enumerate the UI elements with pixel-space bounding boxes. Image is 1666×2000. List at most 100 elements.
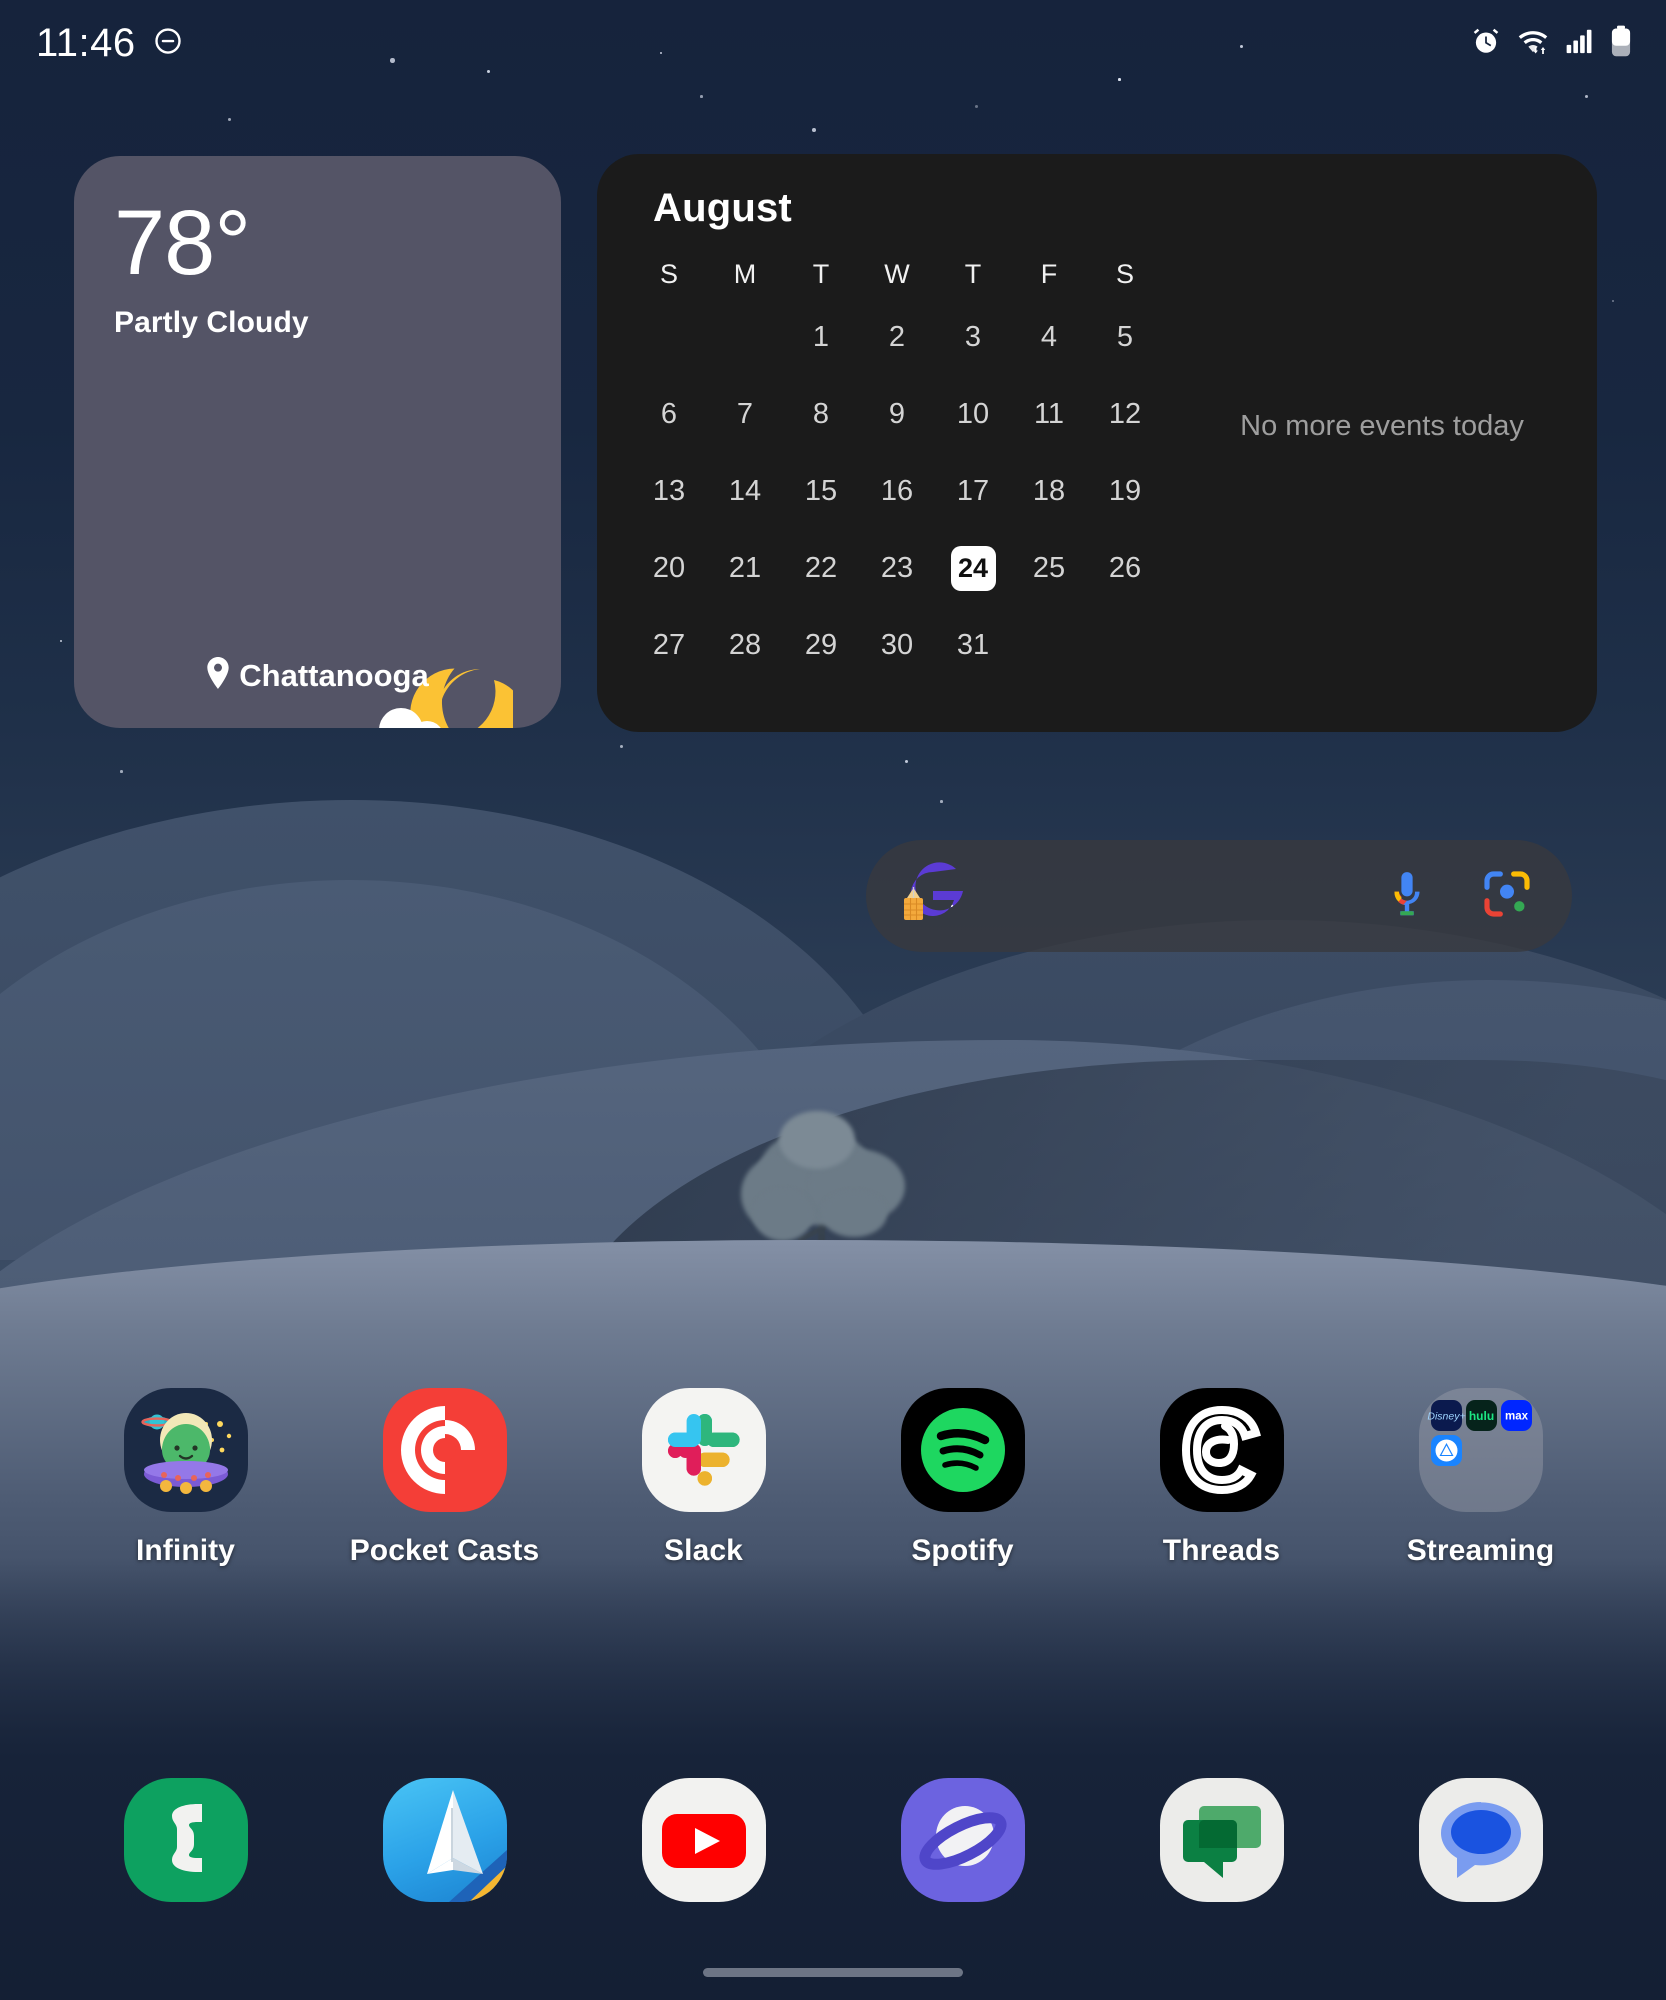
calendar-day-number: 19	[1109, 475, 1141, 508]
calendar-day-header-2: T	[783, 249, 859, 299]
app-label-streaming: Streaming	[1407, 1534, 1555, 1568]
dock-item-youtube[interactable]	[574, 1778, 833, 1902]
app-item-spotify[interactable]: Spotify	[833, 1388, 1092, 1568]
calendar-day-number: 29	[805, 629, 837, 662]
calendar-day-number: 13	[653, 475, 685, 508]
app-item-threads[interactable]: Threads	[1092, 1388, 1351, 1568]
calendar-day-cell[interactable]: 3	[935, 299, 1011, 376]
status-bar-right	[1471, 25, 1632, 62]
calendar-day-cell[interactable]: 15	[783, 453, 859, 530]
calendar-day-number: 23	[881, 552, 913, 585]
star	[1585, 95, 1588, 98]
calendar-day-cell[interactable]: 27	[631, 607, 707, 684]
home-gesture-pill[interactable]	[703, 1968, 963, 1977]
calendar-day-cell[interactable]: 22	[783, 530, 859, 607]
app-item-pocket-casts[interactable]: Pocket Casts	[315, 1388, 574, 1568]
calendar-day-cell[interactable]: 28	[707, 607, 783, 684]
calendar-day-cell[interactable]: 5	[1087, 299, 1163, 376]
calendar-day-number: 7	[737, 398, 753, 431]
slack-app-icon[interactable]	[642, 1388, 766, 1512]
calendar-day-cell[interactable]: 7	[707, 376, 783, 453]
dock-item-google-chat[interactable]	[1092, 1778, 1351, 1902]
calendar-day-cell[interactable]: 8	[783, 376, 859, 453]
dock-item-google-messages[interactable]	[1351, 1778, 1610, 1902]
wifi-icon	[1517, 26, 1550, 61]
calendar-events-message: No more events today	[1187, 410, 1577, 443]
calendar-day-cell[interactable]: 20	[631, 530, 707, 607]
weather-widget[interactable]: 78° Partly Cloudy Chattanooga	[74, 156, 561, 728]
calendar-day-number: 3	[965, 321, 981, 354]
infinity-reddit-app-icon[interactable]	[124, 1388, 248, 1512]
app-label-spotify: Spotify	[911, 1534, 1013, 1568]
calendar-day-cell[interactable]: 13	[631, 453, 707, 530]
calendar-widget[interactable]: August SMTWTFS 1 2 3 4 5 6 7 8 9 10 11 12 13 14 15 16 17…	[597, 154, 1597, 732]
microphone-icon[interactable]	[1384, 869, 1430, 924]
calendar-empty-cell	[707, 299, 783, 376]
calendar-day-header-4: T	[935, 249, 1011, 299]
calendar-day-cell[interactable]: 21	[707, 530, 783, 607]
dock-item-spark-mail[interactable]	[315, 1778, 574, 1902]
svg-text:Disney+: Disney+	[1427, 1411, 1465, 1423]
calendar-day-cell[interactable]: 10	[935, 376, 1011, 453]
calendar-day-cell[interactable]: 29	[783, 607, 859, 684]
weather-location: Chattanooga	[74, 657, 561, 694]
spotify-app-icon[interactable]	[901, 1388, 1025, 1512]
spark-mail-app-icon[interactable]	[383, 1778, 507, 1902]
calendar-day-cell[interactable]: 2	[859, 299, 935, 376]
google-chat-app-icon[interactable]	[1160, 1778, 1284, 1902]
calendar-day-cell[interactable]: 14	[707, 453, 783, 530]
weather-condition: Partly Cloudy	[114, 306, 521, 340]
app-item-infinity[interactable]: Infinity	[56, 1388, 315, 1568]
calendar-day-number: 31	[957, 629, 989, 662]
calendar-day-header-5: F	[1011, 249, 1087, 299]
calendar-day-number: 22	[805, 552, 837, 585]
status-bar-left: 11:46	[36, 21, 183, 66]
threads-app-icon[interactable]	[1160, 1388, 1284, 1512]
cellular-signal-icon	[1566, 28, 1594, 59]
calendar-day-number: 17	[957, 475, 989, 508]
calendar-day-cell[interactable]: 16	[859, 453, 935, 530]
dock-item-phone[interactable]	[56, 1778, 315, 1902]
weather-location-label: Chattanooga	[239, 658, 428, 694]
calendar-day-header-6: S	[1087, 249, 1163, 299]
calendar-day-cell[interactable]: 17	[935, 453, 1011, 530]
calendar-day-cell[interactable]: 31	[935, 607, 1011, 684]
calendar-day-number: 27	[653, 629, 685, 662]
calendar-day-cell[interactable]: 30	[859, 607, 935, 684]
calendar-day-cell[interactable]: 4	[1011, 299, 1087, 376]
calendar-day-number: 14	[729, 475, 761, 508]
streaming-folder-icon[interactable]: Disney+ hulu max	[1419, 1388, 1543, 1512]
app-item-streaming-folder[interactable]: Disney+ hulu max Streaming	[1351, 1388, 1610, 1568]
google-messages-app-icon[interactable]	[1419, 1778, 1543, 1902]
calendar-day-cell[interactable]: 23	[859, 530, 935, 607]
google-lens-icon[interactable]	[1482, 869, 1532, 924]
youtube-app-icon[interactable]	[642, 1778, 766, 1902]
google-g-doodle-icon[interactable]	[898, 860, 966, 933]
calendar-day-cell[interactable]: 12	[1087, 376, 1163, 453]
status-bar[interactable]: 11:46	[0, 0, 1666, 86]
calendar-day-cell[interactable]: 11	[1011, 376, 1087, 453]
star	[700, 95, 703, 98]
samsung-internet-app-icon[interactable]	[901, 1778, 1025, 1902]
google-search-bar[interactable]	[866, 840, 1572, 952]
calendar-day-cell[interactable]: 9	[859, 376, 935, 453]
calendar-day-cell[interactable]: 26	[1087, 530, 1163, 607]
pocket-casts-app-icon[interactable]	[383, 1388, 507, 1512]
app-item-slack[interactable]: Slack	[574, 1388, 833, 1568]
star	[120, 770, 123, 773]
calendar-day-grid[interactable]: 1 2 3 4 5 6 7 8 9 10 11 12 13 14 15 16 17 18 19 20 21 22 23 24 2…	[631, 299, 1163, 684]
calendar-day-cell[interactable]: 25	[1011, 530, 1087, 607]
calendar-day-cell[interactable]: 19	[1087, 453, 1163, 530]
dock-item-samsung-internet[interactable]	[833, 1778, 1092, 1902]
phone-app-icon[interactable]	[124, 1778, 248, 1902]
calendar-day-header-1: M	[707, 249, 783, 299]
star	[812, 128, 816, 132]
app-label-threads: Threads	[1163, 1534, 1280, 1568]
calendar-day-cell[interactable]: 6	[631, 376, 707, 453]
calendar-empty-cell	[631, 299, 707, 376]
calendar-day-number: 20	[653, 552, 685, 585]
calendar-day-cell[interactable]: 18	[1011, 453, 1087, 530]
calendar-day-today[interactable]: 24	[935, 530, 1011, 607]
star	[940, 800, 943, 803]
calendar-day-cell[interactable]: 1	[783, 299, 859, 376]
